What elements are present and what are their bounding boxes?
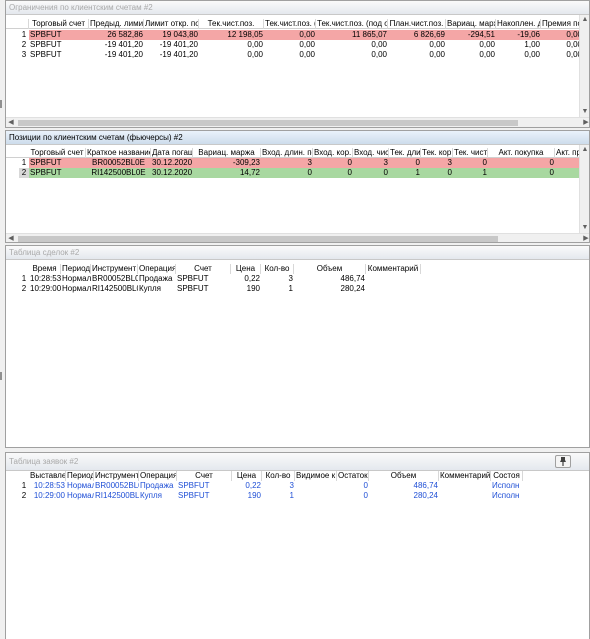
limits-col-plan-net[interactable]: План.чист.поз. bbox=[388, 19, 446, 29]
scroll-left-arrow-icon[interactable]: ◀ bbox=[6, 118, 16, 127]
pin-icon[interactable] bbox=[555, 455, 571, 468]
orders-panel-title-text: Таблица заявок #2 bbox=[9, 457, 79, 466]
orders-col-operation[interactable]: Операция bbox=[139, 471, 177, 481]
orders-col-remaining[interactable]: Остаток bbox=[337, 471, 369, 481]
positions-row-1[interactable]: 1 SPBFUT BR00052BL0E 30.12.2020 -309,23 … bbox=[6, 158, 585, 168]
limits-col-net-pos[interactable]: Тек.чист.поз. bbox=[199, 19, 264, 29]
limits-col-accum[interactable]: Накоплен. д bbox=[496, 19, 541, 29]
trades-col-operation[interactable]: Операция bbox=[138, 264, 176, 274]
scroll-up-arrow-icon[interactable]: ▲ bbox=[580, 15, 589, 25]
limits-col-net-pos-o[interactable]: Тек.чист.поз. (под о bbox=[316, 19, 388, 29]
trades-col-instrument[interactable]: Инструмент bbox=[91, 264, 138, 274]
orders-col-instrument[interactable]: Инструмент bbox=[94, 471, 139, 481]
trades-col-price[interactable]: Цена bbox=[231, 264, 261, 274]
scroll-right-arrow-icon[interactable]: ▶ bbox=[581, 234, 589, 242]
scroll-up-arrow-icon[interactable]: ▲ bbox=[580, 145, 589, 155]
limits-col-account[interactable]: Торговый счет bbox=[29, 19, 89, 29]
positions-col-account[interactable]: Торговый счет bbox=[29, 148, 86, 158]
trades-row-2[interactable]: 2 10:29:00 Нормал RI142500BL0 Купля SPBF… bbox=[6, 284, 426, 294]
positions-row-2[interactable]: 2 SPBFUT RI142500BL0E 30.12.2020 14,72 0… bbox=[6, 168, 585, 178]
orders-table: Выставле Период Инструмент Операция Счет… bbox=[6, 471, 579, 639]
trades-row-1[interactable]: 1 10:28:53 Нормал BR00052BL0 Продажа SPB… bbox=[6, 274, 426, 284]
orders-header-row: Выставле Период Инструмент Операция Счет… bbox=[6, 471, 541, 481]
limits-col-premium[interactable]: Премия по о bbox=[541, 19, 583, 29]
positions-col-cur-short[interactable]: Тек. кор. bbox=[421, 148, 453, 158]
trades-panel: Таблица сделок #2 Время Период Инструмен… bbox=[5, 245, 590, 448]
positions-panel: Позиции по клиентским счетам (фьючерсы) … bbox=[5, 130, 590, 243]
limits-col-prev-limit[interactable]: Предыд. лимит bbox=[89, 19, 144, 29]
limits-header-row: Торговый счет Предыд. лимит Лимит откр. … bbox=[6, 19, 589, 29]
limits-hscroll-thumb[interactable] bbox=[18, 120, 518, 126]
positions-hscrollbar[interactable]: ◀ ▶ bbox=[6, 233, 589, 242]
trades-col-period[interactable]: Период bbox=[61, 264, 91, 274]
orders-col-qty[interactable]: Кол-во bbox=[262, 471, 295, 481]
limits-vscrollbar[interactable]: ▲ ▼ bbox=[579, 15, 589, 117]
positions-col-cur-net[interactable]: Тек. чист. bbox=[453, 148, 488, 158]
trades-col-account[interactable]: Счет bbox=[176, 264, 231, 274]
positions-table: Торговый счет Краткое название Дата пога… bbox=[6, 145, 585, 233]
positions-hscroll-thumb[interactable] bbox=[18, 236, 498, 242]
positions-col-cur-long[interactable]: Тек. длин bbox=[389, 148, 421, 158]
limits-row-2[interactable]: 2 SPBFUT -19 401,20 -19 401,20 0,00 0,00… bbox=[6, 40, 582, 50]
limits-row-1[interactable]: 1 SPBFUT 26 582,86 19 043,80 12 198,05 0… bbox=[6, 30, 583, 40]
trades-col-time[interactable]: Время bbox=[29, 264, 61, 274]
scroll-down-arrow-icon[interactable]: ▼ bbox=[580, 107, 589, 117]
positions-col-in-net[interactable]: Вход. чист bbox=[353, 148, 389, 158]
orders-panel: Таблица заявок #2 Выставле Период Инстру… bbox=[5, 452, 590, 639]
limits-hscrollbar[interactable]: ◀ ▶ bbox=[6, 117, 589, 127]
limits-panel-title: Ограничения по клиентским счетам #2 bbox=[6, 1, 589, 15]
limits-table: Торговый счет Предыд. лимит Лимит откр. … bbox=[6, 15, 589, 115]
positions-col-shortname[interactable]: Краткое название bbox=[86, 148, 151, 158]
scroll-down-arrow-icon[interactable]: ▼ bbox=[580, 223, 589, 233]
limits-panel: Ограничения по клиентским счетам #2 Торг… bbox=[5, 0, 590, 128]
orders-col-visible-qty[interactable]: Видимое к bbox=[295, 471, 337, 481]
trades-table: Время Период Инструмент Операция Счет Це… bbox=[6, 260, 579, 447]
orders-col-comment[interactable]: Комментарий bbox=[439, 471, 491, 481]
trades-header-row: Время Период Инструмент Операция Счет Це… bbox=[6, 264, 426, 274]
trades-col-qty[interactable]: Кол-во bbox=[261, 264, 294, 274]
orders-col-status[interactable]: Состоя bbox=[491, 471, 523, 481]
orders-row-2[interactable]: 2 10:29:00 Нормал RI142500BL0 Купля SPBF… bbox=[6, 491, 541, 501]
left-splitter-handle[interactable] bbox=[0, 372, 2, 380]
trades-panel-title: Таблица сделок #2 bbox=[6, 246, 589, 260]
positions-vscrollbar[interactable]: ▲ ▼ bbox=[579, 145, 589, 233]
positions-col-in-short[interactable]: Вход. кор. п bbox=[313, 148, 353, 158]
trades-col-volume[interactable]: Объем bbox=[294, 264, 366, 274]
orders-col-account[interactable]: Счет bbox=[177, 471, 232, 481]
left-splitter-handle[interactable] bbox=[0, 100, 2, 108]
orders-col-volume[interactable]: Объем bbox=[369, 471, 439, 481]
positions-col-active-buy[interactable]: Акт. покупка bbox=[488, 148, 555, 158]
scroll-left-arrow-icon[interactable]: ◀ bbox=[6, 234, 16, 242]
orders-col-price[interactable]: Цена bbox=[232, 471, 262, 481]
positions-header-row: Торговый счет Краткое название Дата пога… bbox=[6, 148, 585, 158]
positions-col-in-long[interactable]: Вход. длин. поз bbox=[261, 148, 313, 158]
positions-col-expiry[interactable]: Дата погаш bbox=[151, 148, 193, 158]
positions-panel-title: Позиции по клиентским счетам (фьючерсы) … bbox=[6, 131, 589, 145]
orders-row-1[interactable]: 1 10:28:53 Нормал BR00052BL0 Продажа SPB… bbox=[6, 481, 541, 491]
orders-col-period[interactable]: Период bbox=[66, 471, 94, 481]
limits-col-var-margin[interactable]: Вариац. маржа bbox=[446, 19, 496, 29]
positions-col-var-margin[interactable]: Вариац. маржа bbox=[193, 148, 261, 158]
limits-row-3[interactable]: 3 SPBFUT -19 401,20 -19 401,20 0,00 0,00… bbox=[6, 50, 582, 60]
orders-panel-title: Таблица заявок #2 bbox=[6, 453, 589, 471]
limits-col-net-pos-i[interactable]: Тек.чист.поз. (и bbox=[264, 19, 316, 29]
scroll-right-arrow-icon[interactable]: ▶ bbox=[581, 118, 589, 127]
orders-col-placed[interactable]: Выставле bbox=[29, 471, 66, 481]
trades-col-comment[interactable]: Комментарий bbox=[366, 264, 421, 274]
limits-col-open-limit[interactable]: Лимит откр. поз bbox=[144, 19, 199, 29]
